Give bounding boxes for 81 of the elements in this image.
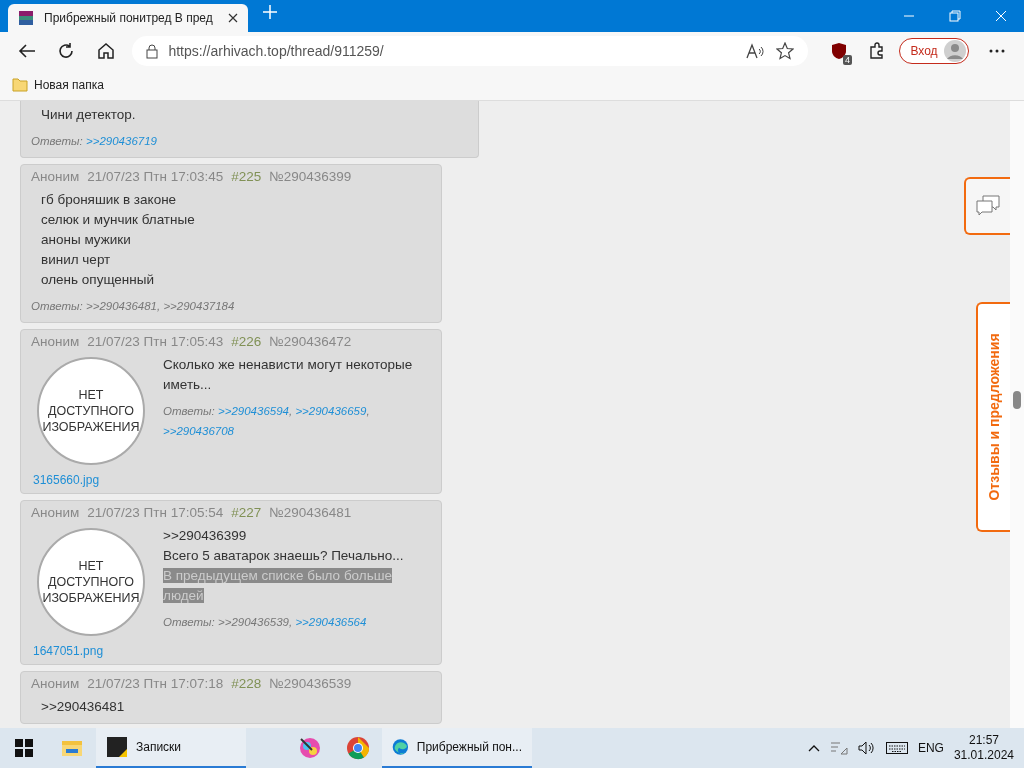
post-text: олень опущенный bbox=[40, 271, 156, 289]
palette-icon bbox=[298, 736, 322, 760]
post-text: Всего 5 аватарок знаешь? Печально... bbox=[163, 547, 405, 565]
post-date: 21/07/23 Птн 17:05:54 bbox=[87, 505, 224, 520]
post-number[interactable]: #227 bbox=[231, 505, 262, 520]
start-icon[interactable] bbox=[15, 739, 33, 757]
post-id[interactable]: №290436399 bbox=[269, 169, 352, 184]
keyboard-icon[interactable] bbox=[885, 742, 908, 754]
post-text: аноны мужики bbox=[40, 231, 132, 249]
star-icon[interactable] bbox=[776, 42, 795, 60]
post-author: Аноним bbox=[31, 505, 80, 520]
clock-date[interactable]: 31.01.2024 bbox=[953, 748, 1014, 763]
taskbar-app[interactable]: Записки bbox=[96, 728, 246, 768]
post-id[interactable]: №290436481 bbox=[269, 505, 352, 520]
reply-link[interactable]: >>290436708 bbox=[163, 425, 234, 437]
post-text: селюк и мунчик блатные bbox=[40, 211, 196, 229]
puzzle-icon[interactable] bbox=[867, 42, 886, 60]
reply-link[interactable]: >>290436564 bbox=[295, 616, 367, 628]
file-link[interactable]: 1647051.png bbox=[31, 644, 104, 658]
post-id[interactable]: №290436539 bbox=[269, 676, 352, 691]
post-text: гб броняшик в законе bbox=[40, 191, 178, 209]
address-bar[interactable]: https://arhivach.top/thread/911259/ bbox=[132, 36, 809, 66]
reply-link[interactable]: >>290436594 bbox=[218, 405, 289, 417]
post-author: Аноним bbox=[31, 676, 80, 691]
extension-badge: 4 bbox=[842, 55, 852, 65]
separator-text: , bbox=[157, 300, 161, 312]
chat-icon bbox=[975, 194, 1001, 218]
separator-text: , bbox=[289, 616, 293, 628]
lock-icon bbox=[146, 43, 159, 59]
replies-label: Ответы: bbox=[163, 405, 215, 417]
reply-link[interactable]: >>290436539 bbox=[218, 616, 289, 628]
replies-label: Ответы: bbox=[31, 135, 83, 147]
scrollbar-thumb[interactable] bbox=[1013, 391, 1021, 409]
separator-text: , bbox=[366, 405, 370, 417]
post-author: Аноним bbox=[31, 334, 80, 349]
chevron-up-icon[interactable] bbox=[807, 744, 820, 752]
volume-icon[interactable] bbox=[857, 741, 876, 755]
file-link[interactable]: 3165660.jpg bbox=[31, 473, 100, 487]
feedback-tab[interactable]: Отзывы и предложения bbox=[976, 302, 1010, 532]
replies-label: Ответы: bbox=[163, 616, 215, 628]
browser-tab[interactable]: Прибрежный понитред В пред bbox=[8, 4, 248, 32]
post-number[interactable]: #228 bbox=[231, 676, 262, 691]
refresh-icon[interactable] bbox=[57, 42, 76, 60]
close-icon[interactable] bbox=[228, 13, 238, 23]
post-number[interactable]: #226 bbox=[231, 334, 262, 349]
chat-button[interactable] bbox=[964, 177, 1010, 235]
folder-icon bbox=[61, 738, 83, 758]
post-author: Аноним bbox=[31, 169, 80, 184]
post-number[interactable]: #225 bbox=[231, 169, 262, 184]
post-text: винил черт bbox=[40, 251, 112, 269]
post-date: 21/07/23 Птн 17:03:45 bbox=[87, 169, 224, 184]
post-text: Сколько же ненависти могут некоторые иметь... bbox=[163, 356, 414, 394]
more-icon[interactable] bbox=[989, 49, 1006, 53]
bookmark-link[interactable]: Новая папка bbox=[34, 78, 104, 92]
post-text: Чини детектор. bbox=[40, 106, 137, 124]
taskbar-app[interactable]: Прибрежный пон... bbox=[382, 728, 532, 768]
avatar-icon bbox=[943, 40, 966, 62]
sign-in-button[interactable]: Вход bbox=[899, 38, 969, 64]
post-date: 21/07/23 Птн 17:05:43 bbox=[87, 334, 224, 349]
site-icon bbox=[18, 10, 34, 26]
folder-icon bbox=[12, 78, 28, 92]
post-text: >>290436481 bbox=[40, 698, 126, 716]
home-icon[interactable] bbox=[96, 42, 115, 60]
replies-label: Ответы: bbox=[31, 300, 83, 312]
network-icon[interactable] bbox=[829, 741, 848, 755]
separator-text: , bbox=[289, 405, 293, 417]
post-text: >>290436399 bbox=[163, 527, 248, 545]
back-icon[interactable] bbox=[17, 43, 36, 59]
reply-link[interactable]: >>290436481 bbox=[86, 300, 157, 312]
post-date: 21/07/23 Птн 17:07:18 bbox=[87, 676, 224, 691]
post-text: В предыдущем списке было больше людей bbox=[163, 567, 394, 605]
language-indicator[interactable]: ENG bbox=[917, 741, 944, 755]
notes-icon bbox=[106, 736, 128, 758]
reply-link[interactable]: >>290437184 bbox=[163, 300, 235, 312]
post-id[interactable]: №290436472 bbox=[269, 334, 352, 349]
reply-link[interactable]: >>290436719 bbox=[86, 135, 157, 147]
read-aloud-icon[interactable] bbox=[746, 43, 767, 59]
no-image-placeholder[interactable]: НЕТ ДОСТУПНОГО ИЗОБРАЖЕНИЯ bbox=[37, 357, 145, 465]
chrome-icon bbox=[346, 736, 370, 760]
clock-time[interactable]: 21:57 bbox=[968, 733, 999, 748]
no-image-placeholder[interactable]: НЕТ ДОСТУПНОГО ИЗОБРАЖЕНИЯ bbox=[37, 528, 145, 636]
